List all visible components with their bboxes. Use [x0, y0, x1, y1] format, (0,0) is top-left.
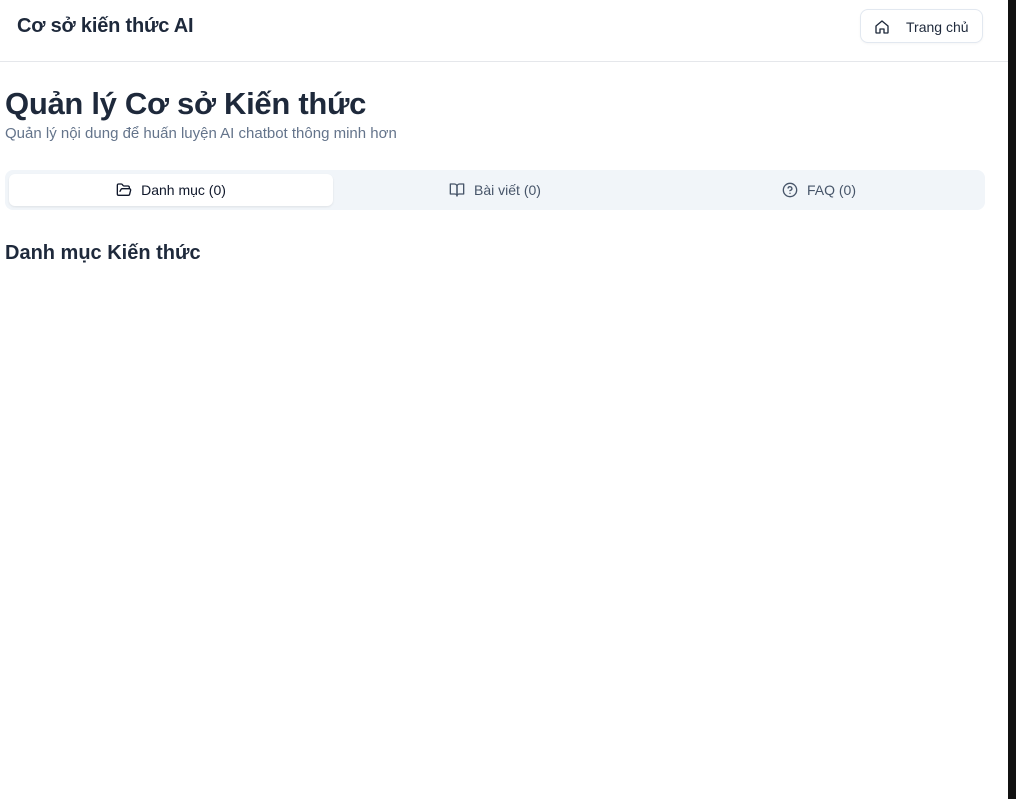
home-button-label: Trang chủ	[906, 19, 969, 35]
home-button[interactable]: Trang chủ	[860, 9, 983, 43]
section-title: Danh mục Kiến thức	[5, 242, 201, 264]
tab-categories[interactable]: Danh mục (0)	[9, 174, 333, 206]
top-bar: Cơ sở kiến thức AI Trang chủ	[0, 0, 1008, 62]
page-title: Quản lý Cơ sở Kiến thức	[5, 86, 367, 121]
tab-faq[interactable]: FAQ (0)	[657, 174, 981, 206]
app-title: Cơ sở kiến thức AI	[17, 15, 194, 37]
tab-articles[interactable]: Bài viết (0)	[333, 174, 657, 206]
folder-open-icon	[116, 182, 132, 198]
tab-list: Danh mục (0) Bài viết (0) FAQ (0)	[5, 170, 985, 210]
home-icon	[874, 19, 890, 35]
tab-categories-label: Danh mục (0)	[141, 182, 226, 198]
help-circle-icon	[782, 182, 798, 198]
book-open-icon	[449, 182, 465, 198]
window-edge	[1008, 0, 1016, 799]
tab-faq-label: FAQ (0)	[806, 182, 856, 198]
tab-articles-label: Bài viết (0)	[474, 182, 541, 198]
page-subtitle: Quản lý nội dung để huấn luyện AI chatbo…	[5, 125, 397, 142]
page: Cơ sở kiến thức AI Trang chủ Quản lý Cơ …	[0, 0, 1008, 799]
